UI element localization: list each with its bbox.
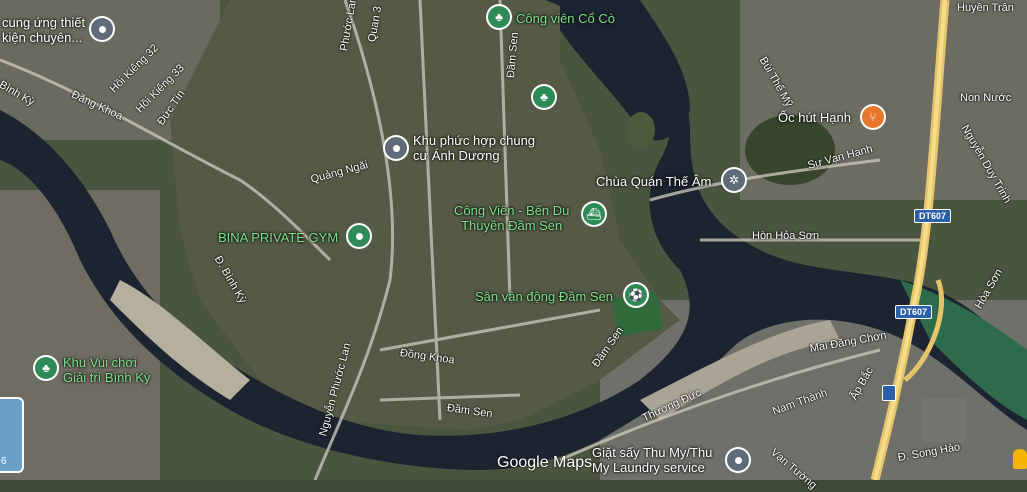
label-giat-say[interactable]: Giặt sấy Thu My/Thu My Laundry service [592,445,712,475]
label-cong-vien-ben-du-thuyen[interactable]: Công Viên - Bến Du Thuyền Đầm Sen [454,203,569,233]
street-huyen-tran: Huyền Trân [957,2,1014,14]
route-shield-dt607-a: DT607 [914,209,952,223]
label-san-van-dong[interactable]: Sân vận động Đầm Sen [475,289,613,304]
pin-cung-ung[interactable] [91,18,113,40]
pin-dot-icon [98,25,106,33]
google-maps-logo: Google Maps [497,454,593,471]
temple-pin-icon[interactable]: ✲ [723,169,745,191]
pin-dot-icon [734,456,742,464]
layers-toggle-button[interactable]: 6 [0,397,24,473]
pin-dot-icon [392,144,400,152]
layers-label: 6 [1,456,7,467]
gym-pin-icon[interactable] [348,225,370,247]
pin-khu-phuc-hop[interactable] [385,137,407,159]
label-khu-vui-choi[interactable]: Khu Vui chơi Giải trí Bình Kỳ [63,355,150,385]
label-chua-quan-the-am[interactable]: Chùa Quán Thế Âm [596,174,711,189]
label-bina-gym[interactable]: BINA PRIVATE GYM [218,230,338,245]
route-shield-dt607-b: DT607 [895,305,933,319]
pin-dot-icon [355,232,363,240]
label-cung-ung[interactable]: cung ứng thiết kiện chuyên... [2,15,85,45]
pegman-icon[interactable] [1013,449,1027,469]
boat-pin-icon[interactable]: ⛴ [583,203,605,225]
stadium-pin-icon[interactable]: ⚽ [625,284,647,306]
street-hon-hoa-son: Hòn Hỏa Sơn [752,230,820,242]
label-oc-hut-hanh[interactable]: Ốc hút Hạnh [778,110,851,125]
bus-stop-icon[interactable] [882,385,896,401]
restaurant-pin-icon[interactable]: ⑂ [862,106,884,128]
amusement-pin-icon[interactable]: ♣ [35,357,57,379]
tree-pin-icon[interactable]: ♣ [533,86,555,108]
pin-giat-say[interactable] [727,449,749,471]
street-view-coverage-icon[interactable] [922,398,966,442]
park-pin-icon[interactable]: ♣ [488,6,510,28]
label-cong-vien-co-co[interactable]: Công viên Cổ Cò [516,11,615,26]
label-khu-phuc-hop[interactable]: Khu phức hợp chung cư Ánh Dương [413,133,535,163]
street-non-nuoc: Non Nước [960,92,1012,104]
